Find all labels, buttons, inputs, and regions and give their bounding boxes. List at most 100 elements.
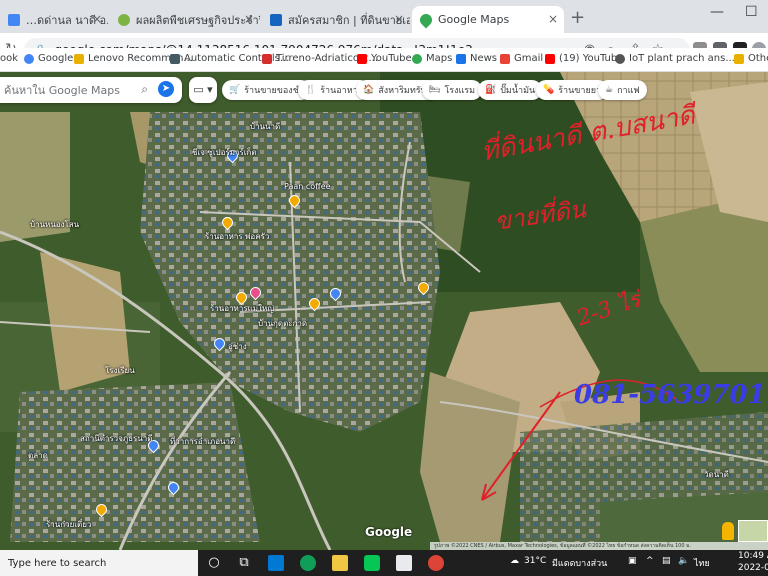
bookmark-item[interactable]: Gmail [500,53,543,64]
bookmark-favicon-icon [262,53,272,64]
clock-time[interactable]: 10:49 A [738,551,768,561]
bookmark-item[interactable]: IoT plant prach ans... [615,53,735,64]
search-placeholder: ค้นหาใน Google Maps [4,84,120,97]
cortana-icon[interactable]: ○ [206,555,222,571]
cart-icon: 🛒 [229,85,241,95]
tab-1[interactable]: …ดด่านล นาดี อ.นาดี จ.ปราจีนบุรี × [0,6,108,33]
show-hidden-icons-icon[interactable]: ^ [646,556,654,566]
poi-label[interactable]: ที่ว่าการอำเภอนาดี [170,435,235,448]
language-indicator[interactable]: ไทย [694,556,710,570]
chrome-icon[interactable] [428,555,444,571]
poi-label[interactable]: ร้านอาหารแม่ใหญ่ [210,302,274,315]
coffee-icon: ☕ [605,85,614,95]
line-app-icon[interactable] [364,555,380,571]
news-icon [456,53,466,64]
bookmark-item[interactable]: YouTube [357,53,412,64]
close-icon[interactable]: × [548,12,558,26]
map-layer-thumbnail[interactable] [738,520,768,542]
chip-label: ร้านขายยา [558,86,602,96]
bookmark-item[interactable]: (19) YouTube [545,53,623,64]
bookmark-label: IoT plant prach ans... [629,53,735,64]
place-label: โรงเรียน [105,366,135,375]
layers-button[interactable]: ▭ ▾ [189,77,217,103]
bookmark-label: YouTube [371,53,412,64]
taskbar-search[interactable]: Type here to search [0,550,198,576]
chip-label: กาแฟ [617,86,640,96]
pegman-icon[interactable] [722,522,734,540]
satellite-map[interactable]: Paan coffee บ้านนาดี ร้านอาหาร พ่อครัว ช… [0,72,768,550]
folder-icon [734,53,744,64]
bookmark-favicon-icon [170,53,180,64]
maps-icon [412,53,422,64]
youtube-icon [357,53,367,64]
weather-temp: 31°C [524,556,547,566]
edge-icon[interactable] [300,555,316,571]
tab-2[interactable]: ผลผลิตพืชเศรษฐกิจประจำปีงบประมาณ พ.ศ. × [110,6,260,33]
tab-3[interactable]: สมัครสมาชิก | ที่ดินขายเอง.คอม × [262,6,410,33]
close-icon[interactable]: × [92,12,102,26]
pill-icon: 💊 [543,85,555,95]
poi-label[interactable]: ร้านอาหาร พ่อครัว [205,230,269,243]
globe-icon [615,53,625,64]
maps-pin-icon [417,11,435,28]
tray-app-icon[interactable]: ▣ [628,556,637,566]
bookmark-item[interactable]: Google [24,53,73,64]
satellite-imagery [0,72,768,550]
minimize-button[interactable]: — [710,4,724,20]
bookmark-item[interactable]: Other [734,53,768,64]
bookmark-label: News [470,53,498,64]
bookmark-label: ook [0,53,19,64]
place-label: บ้านหนองโสน [30,220,80,229]
mail-icon[interactable] [268,555,284,571]
poi-label[interactable]: บ้านนาดี [250,120,280,133]
chip-gas[interactable]: ⛽ ปั๊มน้ำมัน [478,80,543,100]
chip-coffee[interactable]: ☕ กาแฟ [598,80,647,100]
bookmark-label: (19) YouTube [559,53,624,64]
place-label: ตลาด [28,451,48,460]
file-explorer-icon[interactable] [332,555,348,571]
bookmark-item[interactable]: News [456,53,497,64]
chip-label: ปั๊มน้ำมัน [500,86,536,96]
tab-title: Google Maps [438,13,510,26]
bookmarks-bar: ook Google Lenovo Recommen... Automatic … [0,48,768,72]
google-logo: Google [365,525,413,539]
search-icon[interactable]: ⌕ [141,82,148,97]
clock-date[interactable]: 2022-06 [738,563,768,573]
bookmark-item[interactable]: ook [0,53,18,64]
poi-label[interactable]: ร้านก๋วยเตี๋ยว [46,518,91,531]
close-icon[interactable]: × [394,12,404,26]
place-label: วัดนาดี [704,470,729,479]
task-view-icon[interactable]: ⧉ [236,555,252,571]
directions-icon[interactable]: ➤ [158,81,174,97]
folder-icon [74,53,84,64]
chip-label: ร้านขายของชำ [244,86,304,96]
close-icon[interactable]: × [244,12,254,26]
poi-label[interactable]: ชีเจ ซูเปอร์มาร์เก็ต [192,146,257,159]
bookmark-label: Google [38,53,74,64]
poi-label[interactable]: Paan coffee [284,182,331,191]
tab-favicon-icon [8,13,20,26]
new-tab-button[interactable]: + [570,7,585,28]
tab-google-maps[interactable]: Google Maps × [412,6,564,33]
tab-title: สมัครสมาชิก | ที่ดินขายเอง.คอม [288,13,410,27]
maps-search-input[interactable]: ค้นหาใน Google Maps ⌕ ➤ [0,77,182,103]
maximize-button[interactable]: ☐ [745,4,758,20]
tab-favicon-icon [118,13,130,26]
volume-icon[interactable]: 🔈 [678,556,689,566]
fuel-icon: ⛽ [485,85,497,95]
poi-label[interactable]: สถานีตำรวจภูธรนาดี [80,432,152,445]
weather-icon[interactable]: ☁ [510,556,519,566]
youtube-icon [545,53,555,64]
bookmark-item[interactable]: Maps [412,53,452,64]
tab-favicon-icon [270,13,282,26]
google-icon [24,53,34,64]
bed-icon: 🛏 [429,85,441,95]
network-icon[interactable]: ▤ [662,556,671,566]
gmail-icon [500,53,510,64]
fork-knife-icon: 🍴 [305,85,317,95]
chip-hotels[interactable]: 🛏 โรงแรม [422,80,483,100]
poi-label[interactable]: อู่ช่าง [228,340,247,353]
tab-title: ผลผลิตพืชเศรษฐกิจประจำปีงบประมาณ พ.ศ. [136,13,260,27]
place-label: บ้านกุดตะกาด [258,319,308,328]
app-icon[interactable] [396,555,412,571]
